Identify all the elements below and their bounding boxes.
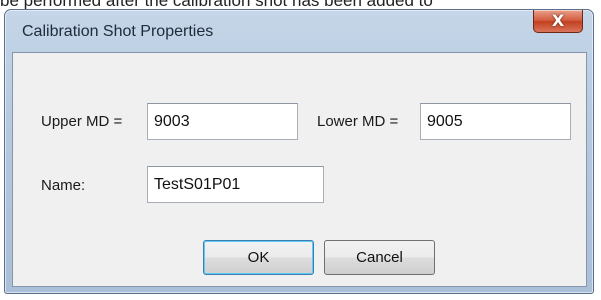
calibration-shot-dialog: Calibration Shot Properties X Upper MD =… xyxy=(4,9,594,294)
close-icon: X xyxy=(551,11,565,30)
upper-md-label: Upper MD = xyxy=(41,113,123,130)
lower-md-label: Lower MD = xyxy=(317,113,399,130)
dialog-title: Calibration Shot Properties xyxy=(22,23,214,40)
upper-md-input[interactable]: 9003 xyxy=(147,103,298,140)
dialog-client-area: Upper MD = 9003 Lower MD = 9005 Name: Te… xyxy=(12,52,587,287)
lower-md-value: 9005 xyxy=(427,113,463,130)
name-input[interactable]: TestS01P01 xyxy=(147,166,324,203)
ok-button[interactable]: OK xyxy=(203,240,314,275)
name-label: Name: xyxy=(41,177,86,194)
upper-md-value: 9003 xyxy=(154,113,190,130)
lower-md-input[interactable]: 9005 xyxy=(420,103,571,140)
cancel-button[interactable]: Cancel xyxy=(324,240,435,275)
close-button[interactable]: X xyxy=(533,10,583,33)
title-bar[interactable]: Calibration Shot Properties X xyxy=(5,10,593,52)
name-value: TestS01P01 xyxy=(154,176,241,193)
